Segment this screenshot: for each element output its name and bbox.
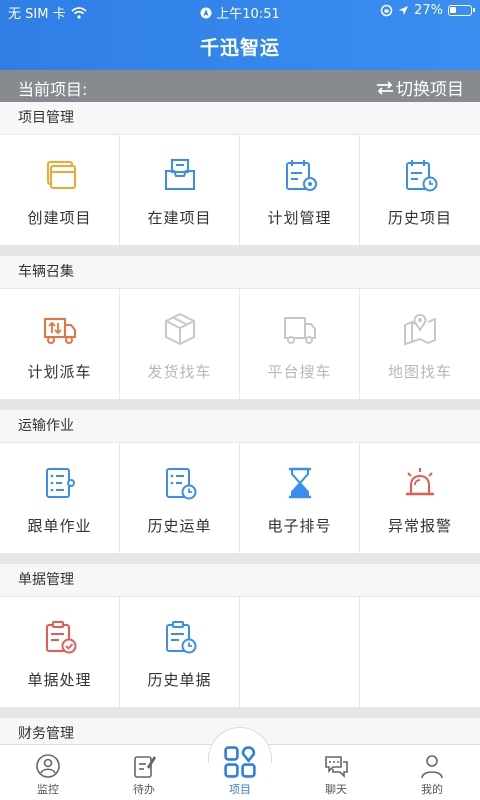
current-project-label: 当前项目:: [18, 80, 88, 99]
grid-item-label: 平台搜车: [267, 363, 332, 381]
battery-percent: 27%: [414, 3, 443, 18]
section-divider: [0, 246, 480, 256]
status-bar: 无 SIM 卡 上午10:51 27%: [0, 0, 480, 22]
grid-item-history-project[interactable]: 历史项目: [360, 134, 480, 246]
grid-item-alarm[interactable]: 异常报警: [360, 442, 480, 554]
tab-label: 待办: [133, 783, 155, 796]
grid-item-label: 创建项目: [27, 209, 92, 227]
battery-icon: [448, 5, 475, 16]
grid-item-order-tracking[interactable]: 跟单作业: [0, 442, 120, 554]
tab-todo[interactable]: 待办: [96, 745, 192, 800]
tab-profile[interactable]: 我的: [384, 745, 480, 800]
tab-label: 项目: [229, 783, 251, 796]
tab-monitor[interactable]: 监控: [0, 745, 96, 800]
section: 运输作业跟单作业 历史运单 电子排号 异常报警: [0, 410, 480, 564]
bottom-tab-bar: 监控 待办 项目 聊天 我的: [0, 727, 480, 800]
section-grid: 单据处理 历史单据: [0, 596, 480, 708]
grid-item-label: 计划派车: [27, 363, 92, 381]
building-project-icon: [164, 159, 195, 190]
map-icon: [404, 313, 436, 346]
grid-item-label: 电子排号: [267, 517, 332, 535]
create-project-icon: [46, 161, 76, 189]
section: 车辆召集计划派车 发货找车 平台搜车 地图找车: [0, 256, 480, 410]
grid-item-plan-management[interactable]: 计划管理: [240, 134, 360, 246]
content-area[interactable]: 项目管理创建项目 在建项目 计划管理 历史项目车辆召集计划派车 发货找车 平台搜车 地图找车…: [0, 102, 480, 744]
package-icon: [164, 312, 195, 346]
grid-item-label: 历史运单: [147, 517, 212, 535]
grid-item-label: 单据处理: [27, 671, 92, 689]
screen: { "status": {"carrier": "无 SIM 卡", "time…: [0, 0, 480, 800]
section-grid: 跟单作业 历史运单 电子排号 异常报警: [0, 442, 480, 554]
todo-icon: [134, 756, 156, 778]
section-title: 项目管理: [0, 102, 480, 134]
document-process-icon: [45, 621, 76, 654]
history-waybill-icon: [165, 468, 196, 500]
grid-item-label: 计划管理: [267, 209, 332, 227]
section: 单据管理单据处理 历史单据: [0, 564, 480, 718]
grid-item-truck[interactable]: 平台搜车: [240, 288, 360, 400]
header: 无 SIM 卡 上午10:51 27% 千迅智运: [0, 0, 480, 70]
chat-icon: [325, 756, 348, 778]
switch-project-label: 切换项目: [396, 80, 464, 100]
grid-item-label: 发货找车: [147, 363, 212, 381]
section: 项目管理创建项目 在建项目 计划管理 历史项目: [0, 102, 480, 256]
grid-item-history-document[interactable]: 历史单据: [120, 596, 240, 708]
section-grid: 创建项目 在建项目 计划管理 历史项目: [0, 134, 480, 246]
grid-item-hourglass[interactable]: 电子排号: [240, 442, 360, 554]
grid-empty-cell: [240, 596, 360, 708]
grid-empty-cell: [360, 596, 480, 708]
tab-label: 监控: [37, 783, 59, 796]
current-project-bar: 当前项目: 切换项目: [0, 70, 480, 102]
plan-management-icon: [285, 160, 317, 191]
section-divider: [0, 400, 480, 410]
grid-item-label: 跟单作业: [27, 517, 92, 535]
tab-chat[interactable]: 聊天: [288, 745, 384, 800]
status-time: 上午10:51: [216, 7, 280, 22]
switch-project-button[interactable]: 切换项目: [376, 75, 464, 100]
section-divider: [0, 554, 480, 564]
history-project-icon: [406, 160, 438, 192]
location-service-icon: [200, 7, 212, 18]
profile-icon: [421, 755, 443, 779]
switch-arrows-icon: [377, 80, 393, 95]
order-tracking-icon: [45, 468, 75, 498]
section-divider: [0, 708, 480, 718]
history-document-icon: [165, 621, 196, 654]
rotation-lock-icon: [380, 4, 393, 17]
grid-item-dispatch-truck[interactable]: 计划派车: [0, 288, 120, 400]
tab-project[interactable]: 项目: [192, 745, 288, 800]
tab-label: 我的: [421, 783, 443, 796]
location-arrow-icon: [399, 6, 409, 15]
grid-item-document-process[interactable]: 单据处理: [0, 596, 120, 708]
grid-item-history-waybill[interactable]: 历史运单: [120, 442, 240, 554]
hourglass-icon: [288, 467, 311, 499]
project-icon: [224, 746, 256, 778]
monitor-icon: [36, 754, 60, 778]
grid-item-building-project[interactable]: 在建项目: [120, 134, 240, 246]
grid-item-label: 历史项目: [387, 209, 452, 227]
grid-item-label: 历史单据: [147, 671, 212, 689]
section-title: 运输作业: [0, 410, 480, 442]
section-grid: 计划派车 发货找车 平台搜车 地图找车: [0, 288, 480, 400]
grid-item-label: 地图找车: [387, 363, 452, 381]
grid-item-label: 在建项目: [147, 209, 212, 227]
grid-item-label: 异常报警: [387, 517, 452, 535]
app-title: 千迅智运: [199, 37, 280, 59]
section-title: 单据管理: [0, 564, 480, 596]
dispatch-truck-icon: [43, 318, 76, 344]
truck-icon: [283, 317, 316, 344]
tab-label: 聊天: [325, 783, 347, 796]
grid-item-map[interactable]: 地图找车: [360, 288, 480, 400]
section-title: 车辆召集: [0, 256, 480, 288]
grid-item-package[interactable]: 发货找车: [120, 288, 240, 400]
alarm-icon: [406, 468, 434, 496]
grid-item-create-project[interactable]: 创建项目: [0, 134, 120, 246]
